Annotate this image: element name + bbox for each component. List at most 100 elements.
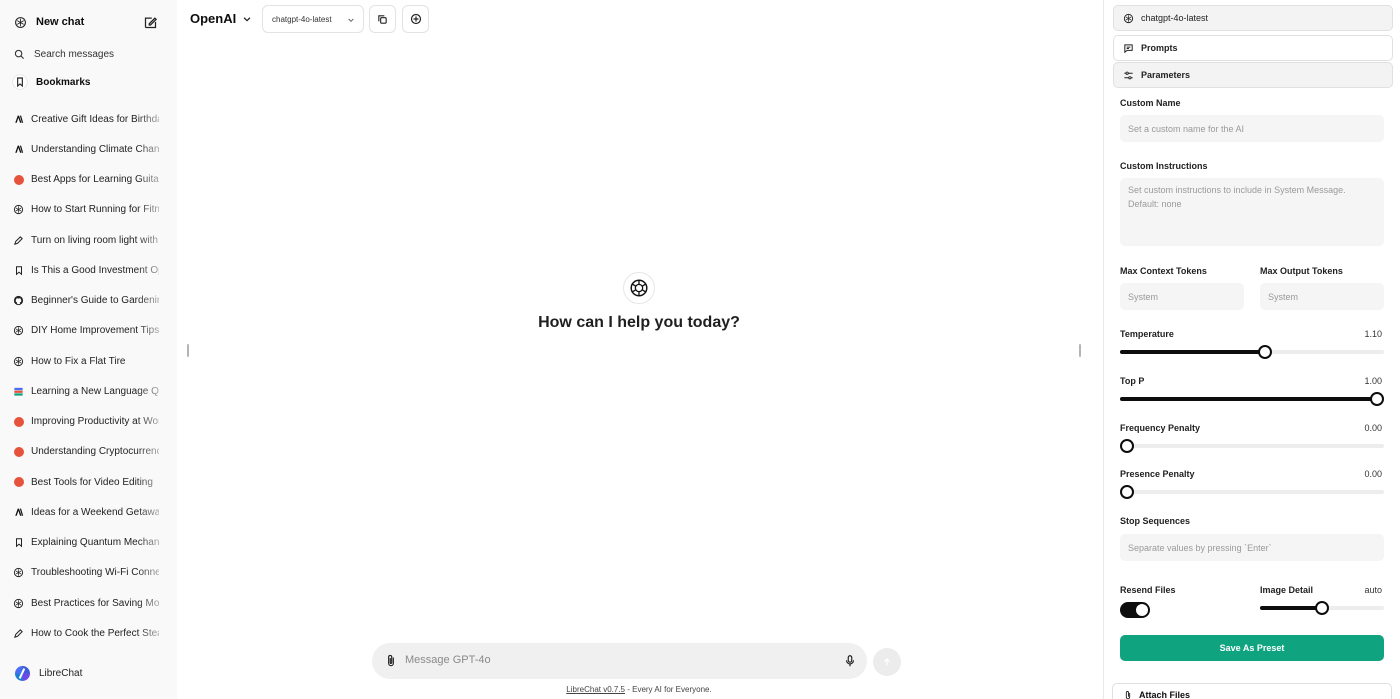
- copy-icon: [378, 14, 387, 24]
- top-p-slider-thumb[interactable]: [1370, 392, 1384, 406]
- bookmarks-label: Bookmarks: [36, 76, 91, 88]
- conversation-item[interactable]: Creative Gift Ideas for Birthdays: [0, 104, 177, 135]
- panel-model-value: chatgpt-4o-latest: [1141, 13, 1209, 23]
- conversation-item[interactable]: Beginner's Guide to Gardening: [0, 285, 177, 316]
- send-button[interactable]: [873, 648, 901, 676]
- librechat-logo-icon: [15, 666, 30, 681]
- frequency-penalty-slider-thumb[interactable]: [1120, 439, 1134, 453]
- paperclip-icon[interactable]: [384, 653, 398, 669]
- top-p-value: 1.00: [1364, 376, 1382, 386]
- conversation-item[interactable]: Best Tools for Video Editing: [0, 467, 177, 498]
- title-fade: [137, 164, 177, 195]
- arrow-up-icon: [884, 658, 890, 666]
- openai-icon: [13, 325, 24, 336]
- openai-icon: [1123, 13, 1134, 23]
- title-fade: [137, 527, 177, 558]
- presence-penalty-slider-thumb[interactable]: [1120, 485, 1134, 499]
- temperature-slider-thumb[interactable]: [1258, 345, 1272, 359]
- microphone-icon[interactable]: [843, 653, 857, 669]
- bookmarks-button[interactable]: Bookmarks: [12, 69, 90, 95]
- message-input[interactable]: Message GPT-4o: [405, 654, 491, 666]
- search-messages[interactable]: Search messages: [14, 41, 114, 67]
- title-fade: [137, 315, 177, 346]
- message-composer[interactable]: Message GPT-4o: [372, 643, 867, 679]
- openai-icon: [13, 598, 24, 609]
- title-fade: [137, 134, 177, 165]
- stop-sequences-input[interactable]: Separate values by pressing `Enter`: [1120, 534, 1384, 561]
- bookmark-icon: [13, 537, 24, 548]
- title-fade: [137, 467, 177, 498]
- anthropic-icon: [13, 507, 24, 518]
- search-icon: [14, 49, 25, 59]
- openai-icon: [13, 204, 24, 215]
- bookmark-icon: [13, 265, 24, 276]
- image-detail-slider-thumb[interactable]: [1315, 601, 1329, 615]
- search-input[interactable]: Search messages: [34, 49, 114, 60]
- image-detail-slider[interactable]: [1260, 601, 1384, 615]
- max-context-tokens-input[interactable]: System: [1120, 283, 1244, 310]
- prompts-label: Prompts: [1141, 43, 1178, 53]
- endpoint-menu[interactable]: OpenAI: [190, 11, 252, 26]
- conversation-item[interactable]: Explaining Quantum Mechanics: [0, 527, 177, 558]
- panel-model-select[interactable]: chatgpt-4o-latest: [1113, 5, 1393, 31]
- attach-files-tab[interactable]: Attach Files: [1112, 683, 1392, 699]
- pencil-icon: [13, 235, 24, 246]
- presence-penalty-slider[interactable]: [1120, 485, 1384, 499]
- parameters-tab[interactable]: Parameters: [1113, 62, 1393, 88]
- title-fade: [137, 406, 177, 437]
- conversation-item[interactable]: Understanding Climate Change: [0, 134, 177, 165]
- temperature-slider[interactable]: [1120, 345, 1384, 359]
- conversation-item[interactable]: Ideas for a Weekend Getaway: [0, 497, 177, 528]
- conversation-item[interactable]: Improving Productivity at Work: [0, 406, 177, 437]
- conversation-item[interactable]: How to Cook the Perfect Steak: [0, 618, 177, 649]
- custom-instructions-input[interactable]: Set custom instructions to include in Sy…: [1120, 178, 1384, 246]
- resend-files-label: Resend Files: [1120, 585, 1176, 595]
- attach-files-label: Attach Files: [1139, 690, 1191, 699]
- conversation-item[interactable]: Turn on living room light with voice: [0, 225, 177, 256]
- custom-instructions-label: Custom Instructions: [1120, 161, 1208, 171]
- custom-name-input[interactable]: Set a custom name for the AI: [1120, 115, 1384, 142]
- title-fade: [137, 346, 177, 377]
- conversation-item[interactable]: How to Fix a Flat Tire: [0, 346, 177, 377]
- left-resize-handle[interactable]: [187, 344, 189, 357]
- title-fade: [137, 497, 177, 528]
- max-output-tokens-input[interactable]: System: [1260, 283, 1384, 310]
- new-preset-button[interactable]: [402, 5, 429, 33]
- anthropic-icon: [13, 144, 24, 155]
- title-fade: [137, 104, 177, 135]
- conversation-item[interactable]: Learning a New Language Quickly: [0, 376, 177, 407]
- user-name: LibreChat: [39, 668, 83, 679]
- paperclip-icon: [1125, 690, 1131, 699]
- conversation-item[interactable]: Troubleshooting Wi-Fi Connection: [0, 557, 177, 588]
- conversation-item[interactable]: DIY Home Improvement Tips: [0, 315, 177, 346]
- new-chat-edit-icon[interactable]: [143, 15, 158, 30]
- copy-preset-button[interactable]: [369, 5, 396, 33]
- right-resize-handle[interactable]: [1079, 344, 1081, 357]
- model-select[interactable]: chatgpt-4o-latest: [262, 5, 364, 33]
- new-chat-button[interactable]: New chat: [14, 9, 84, 35]
- conversation-item[interactable]: How to Start Running for Fitness: [0, 194, 177, 225]
- title-fade: [137, 436, 177, 467]
- red-dot-icon: [13, 416, 24, 427]
- top-p-slider[interactable]: [1120, 392, 1384, 406]
- conversation-item[interactable]: Is This a Good Investment Opportunity: [0, 255, 177, 286]
- save-as-preset-button[interactable]: Save As Preset: [1120, 635, 1384, 661]
- conversation-item[interactable]: Best Practices for Saving Money: [0, 588, 177, 619]
- sliders-icon: [1124, 71, 1133, 79]
- temperature-value: 1.10: [1364, 329, 1382, 339]
- version-link[interactable]: LibreChat v0.7.5: [566, 685, 625, 694]
- frequency-penalty-label: Frequency Penalty: [1120, 423, 1201, 433]
- new-chat-label: New chat: [36, 16, 85, 28]
- pencil-icon: [13, 628, 24, 639]
- user-menu[interactable]: LibreChat: [15, 666, 82, 681]
- resend-files-toggle[interactable]: [1120, 602, 1150, 618]
- conversation-item[interactable]: Best Apps for Learning Guitar: [0, 164, 177, 195]
- sidebar: New chat Search messages Bookmarks Creat…: [0, 0, 177, 699]
- frequency-penalty-slider[interactable]: [1120, 439, 1384, 453]
- stack-icon: [13, 386, 24, 397]
- conversation-item[interactable]: Understanding Cryptocurrency: [0, 436, 177, 467]
- title-fade: [137, 194, 177, 225]
- prompts-tab[interactable]: Prompts: [1113, 35, 1393, 61]
- presence-penalty-value: 0.00: [1364, 469, 1382, 479]
- stop-sequences-label: Stop Sequences: [1120, 516, 1191, 526]
